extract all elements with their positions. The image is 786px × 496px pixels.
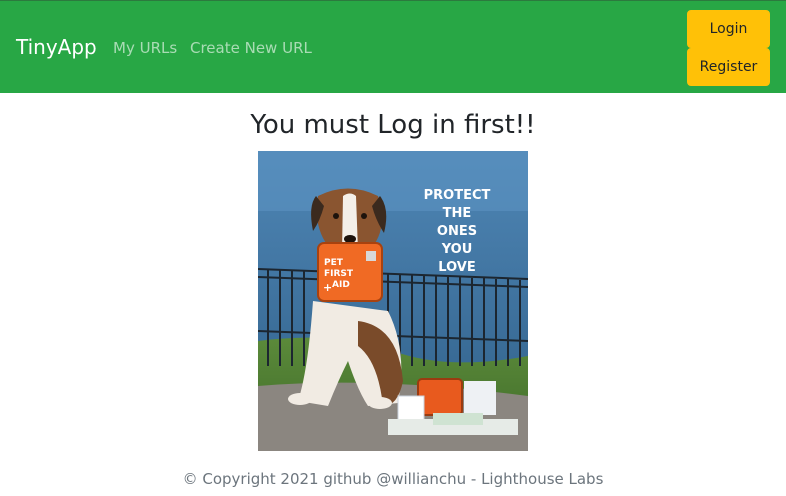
login-button[interactable]: Login <box>687 10 770 48</box>
nav-link-my-urls[interactable]: My URLs <box>113 39 177 57</box>
nav-link-create-new-url[interactable]: Create New URL <box>190 39 312 57</box>
cross-icon: + <box>323 281 332 294</box>
navbar: TinyApp My URLs Create New URL Login Reg… <box>0 0 786 93</box>
page-title: You must Log in first!! <box>250 110 536 140</box>
poster-text-line: YOU <box>441 242 473 257</box>
register-button[interactable]: Register <box>687 48 770 86</box>
poster-text-line: PROTECT <box>424 188 491 203</box>
dog-first-aid-image: PET FIRST AID + PROTECT THE ONES YOU LOV… <box>258 151 528 451</box>
bag-text-line: AID <box>332 280 350 290</box>
poster-text-line: THE <box>443 206 472 221</box>
poster-text-line: ONES <box>437 224 477 239</box>
poster-text-line: LOVE <box>438 260 475 275</box>
brand-link[interactable]: TinyApp <box>16 35 97 59</box>
bag-text-line: PET <box>324 258 344 268</box>
bag-text-line: FIRST <box>324 269 354 279</box>
footer-copyright: © Copyright 2021 github @willianchu - Li… <box>182 470 604 488</box>
